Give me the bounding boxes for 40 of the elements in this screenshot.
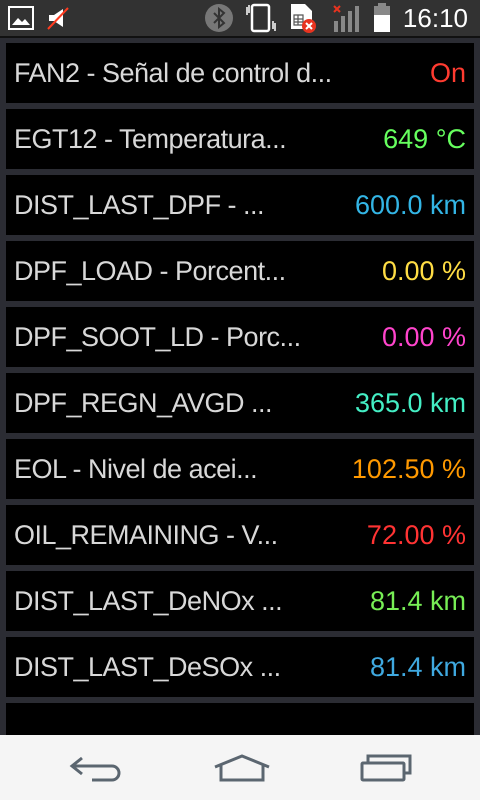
parameter-value: 649 °C	[383, 122, 466, 156]
list-row[interactable]: DIST_LAST_DPF - ... 600.0 km	[6, 175, 474, 235]
parameter-value: 365.0 km	[354, 386, 466, 420]
parameter-label: DIST_LAST_DeNOx ...	[14, 584, 282, 618]
list-row[interactable]: DPF_LOAD - Porcent... 0.00 %	[6, 241, 474, 301]
list-row[interactable]: FAN2 - Señal de control d... On	[6, 43, 474, 103]
list-row[interactable]: EOL - Nivel de acei... 102.50 %	[6, 439, 474, 499]
list-row[interactable]: EGT12 - Temperatura... 649 °C	[6, 109, 474, 169]
list-row[interactable]: OIL_REMAINING - V... 72.00 %	[6, 505, 474, 565]
parameter-value: 81.4 km	[370, 584, 466, 618]
parameter-value: On	[430, 56, 466, 90]
parameter-label: EOL - Nivel de acei...	[14, 452, 258, 486]
parameter-label: OIL_REMAINING - V...	[14, 518, 278, 552]
home-icon[interactable]	[212, 754, 271, 782]
battery-icon	[372, 3, 391, 33]
list-row[interactable]: DPF_SOOT_LD - Porc... 0.00 %	[6, 307, 474, 367]
parameter-label: FAN2 - Señal de control d...	[14, 56, 332, 90]
parameter-label: DPF_LOAD - Porcent...	[14, 254, 286, 288]
bluetooth-icon	[204, 4, 233, 32]
list-row[interactable]: DIST_LAST_DeSOx ... 81.4 km	[6, 637, 474, 697]
parameter-value: 81.4 km	[370, 650, 466, 684]
mute-icon	[46, 6, 70, 30]
sim-card-icon	[288, 3, 319, 33]
clock-time: 16:10	[402, 2, 468, 34]
parameter-label: DIST_LAST_DeSOx ...	[14, 650, 281, 684]
parameter-value: 0.00 %	[382, 254, 466, 288]
parameter-value: 102.50 %	[352, 452, 466, 486]
parameter-value: 72.00 %	[366, 518, 466, 552]
list-row[interactable]: DPF_REGN_AVGD ... 365.0 km	[6, 373, 474, 433]
vibrate-icon	[244, 3, 277, 33]
parameter-label: EGT12 - Temperatura...	[14, 122, 286, 156]
parameter-label: DPF_REGN_AVGD ...	[14, 386, 272, 420]
image-icon	[8, 6, 34, 30]
parameter-value: 600.0 km	[354, 188, 466, 222]
parameter-label: DIST_LAST_DPF - ...	[14, 188, 264, 222]
recent-apps-icon[interactable]	[360, 754, 412, 782]
parameter-value: 0.00 %	[382, 320, 466, 354]
parameter-label: DPF_SOOT_LD - Porc...	[14, 320, 301, 354]
signal-icon	[330, 3, 361, 33]
list-row[interactable]: DIST_LAST_DeNOx ... 81.4 km	[6, 571, 474, 631]
